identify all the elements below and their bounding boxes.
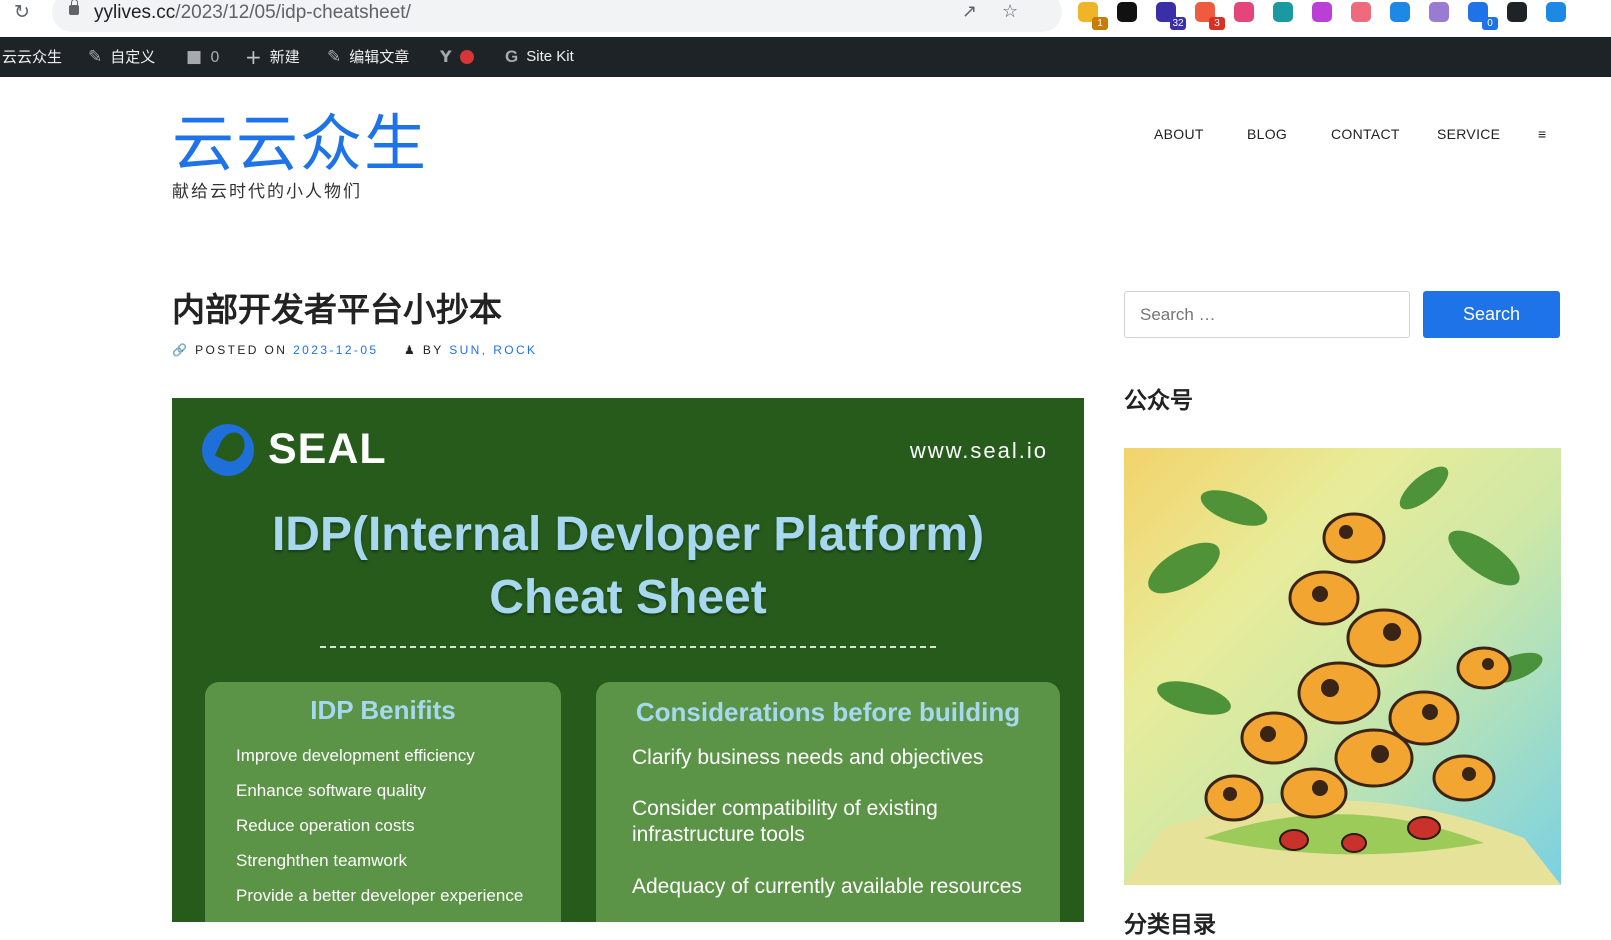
admin-bar-comments[interactable]: ■ 0 (186, 37, 220, 77)
benefit-item: Reduce operation costs (236, 816, 415, 835)
post-meta: 🔗 POSTED ON 2023-12-05 ♟ BY SUN, ROCK (172, 342, 537, 358)
nav-blog[interactable]: BLOG (1247, 125, 1287, 143)
admin-bar-customize[interactable]: ✎ 自定义 (88, 37, 155, 77)
post-author-link[interactable]: SUN, ROCK (449, 343, 537, 357)
seal-brand: SEAL (268, 425, 387, 473)
ext-13-icon[interactable] (1546, 2, 1566, 22)
comment-icon: ■ (186, 47, 203, 67)
consideration-item: Clarify business needs and objectives (632, 746, 984, 769)
url-path: /2023/12/05/idp-cheatsheet/ (175, 2, 411, 23)
wechat-qr-artwork-image (1124, 448, 1561, 885)
ext-9-icon[interactable] (1390, 2, 1410, 22)
browser-toolbar: ↻ yylives.cc/2023/12/05/idp-cheatsheet/ … (0, 0, 1611, 37)
post-date-link[interactable]: 2023-12-05 (293, 343, 378, 357)
menu-hamburger-icon[interactable]: ≡ (1538, 125, 1546, 143)
admin-bar-site-kit[interactable]: G Site Kit (505, 37, 574, 77)
extension-badge: 32 (1170, 17, 1186, 30)
pencil-icon: ✎ (327, 47, 342, 67)
share-icon[interactable]: ↗ (962, 2, 977, 22)
admin-bar-yoast[interactable]: Y (440, 37, 474, 77)
url-host: yylives.cc (94, 2, 176, 23)
search-button[interactable]: Search (1423, 291, 1560, 338)
author-icon: ♟ (403, 343, 418, 357)
yoast-icon: Y (440, 47, 452, 66)
bookmark-star-icon[interactable]: ☆ (1002, 2, 1018, 22)
admin-bar-site-name-label: 云云众生 (2, 48, 63, 66)
ext-12-icon[interactable] (1507, 2, 1527, 22)
admin-bar-customize-label: 自定义 (110, 48, 156, 66)
comments-count: 0 (210, 48, 220, 66)
nav-about[interactable]: ABOUT (1154, 125, 1204, 143)
address-bar[interactable]: yylives.cc/2023/12/05/idp-cheatsheet/ ↗ … (52, 0, 1062, 32)
ext-11-icon[interactable]: 0 (1468, 2, 1498, 30)
widget-title-categories: 分类目录 (1124, 912, 1216, 938)
post-title: 内部开发者平台小抄本 (172, 290, 502, 329)
extension-badge: 1 (1092, 17, 1108, 30)
benefits-card: IDP Benifits Improve development efficie… (205, 682, 561, 922)
wp-admin-bar: 云云众生 ✎ 自定义 ■ 0 + 新建 ✎ 编辑文章 Y G Site Kit (0, 37, 1611, 77)
considerations-card: Considerations before building Clarify b… (596, 682, 1060, 922)
seo-status-dot (459, 50, 474, 64)
benefits-title: IDP Benifits (310, 695, 456, 725)
consideration-item: Consider compatibility of existing (632, 797, 938, 820)
admin-bar-edit-post-label: 编辑文章 (349, 48, 410, 66)
lock-icon[interactable] (69, 0, 79, 15)
seal-logo-icon (202, 424, 254, 476)
nav-service[interactable]: SERVICE (1437, 125, 1500, 143)
site-title[interactable]: 云云众生 (172, 108, 428, 180)
consideration-item: Adequacy of currently available resource… (632, 875, 1022, 898)
benefit-item: Provide a better developer experience (236, 886, 524, 905)
extension-badge: 0 (1482, 17, 1498, 30)
ext-8-icon[interactable] (1351, 2, 1371, 22)
ext-4-icon[interactable]: 3 (1195, 2, 1225, 30)
nav-contact[interactable]: CONTACT (1331, 125, 1400, 143)
brush-icon: ✎ (88, 47, 103, 67)
admin-bar-site-name[interactable]: 云云众生 (2, 37, 62, 77)
ext-translate-icon[interactable] (1234, 2, 1254, 22)
extension-badge: 3 (1209, 17, 1225, 30)
ext-7-icon[interactable] (1312, 2, 1332, 22)
plus-icon: + (245, 45, 262, 69)
reload-icon[interactable]: ↻ (14, 1, 30, 23)
dashed-divider (320, 646, 936, 648)
ext-openai-icon[interactable] (1429, 2, 1449, 22)
cheatsheet-title-line2: Cheat Sheet (489, 571, 767, 624)
admin-bar-new-label: 新建 (269, 48, 300, 66)
widget-title-wechat: 公众号 (1124, 388, 1193, 414)
google-g-icon: G (505, 47, 519, 66)
seal-url: www.seal.io (909, 438, 1048, 463)
posted-on-label: POSTED ON (195, 343, 288, 357)
consideration-item: infrastructure tools (632, 823, 805, 846)
by-label: BY (422, 343, 444, 357)
admin-bar-new[interactable]: + 新建 (245, 37, 300, 77)
search-input[interactable] (1124, 291, 1410, 338)
site-tagline: 献给云时代的小人物们 (172, 182, 362, 202)
ext-6-icon[interactable] (1273, 2, 1293, 22)
benefit-item: Improve development efficiency (236, 746, 475, 765)
considerations-title: Considerations before building (635, 697, 1021, 727)
cheatsheet-title-line1: IDP(Internal Devloper Platform) (271, 508, 985, 561)
ant-artwork-illustration (1124, 466, 1561, 885)
link-icon: 🔗 (172, 343, 190, 357)
notion-icon[interactable] (1117, 2, 1137, 22)
benefit-item: Strenghthen teamwork (236, 851, 408, 870)
featured-image-cheatsheet: SEAL www.seal.io IDP(Internal Devloper P… (172, 398, 1084, 922)
admin-bar-site-kit-label: Site Kit (526, 48, 574, 65)
ext-graduate-icon[interactable]: 32 (1156, 2, 1186, 30)
benefit-item: Enhance software quality (236, 781, 426, 800)
ext-1-icon[interactable]: 1 (1078, 2, 1108, 30)
url-text[interactable]: yylives.cc/2023/12/05/idp-cheatsheet/ (94, 2, 411, 24)
admin-bar-edit-post[interactable]: ✎ 编辑文章 (327, 37, 409, 77)
